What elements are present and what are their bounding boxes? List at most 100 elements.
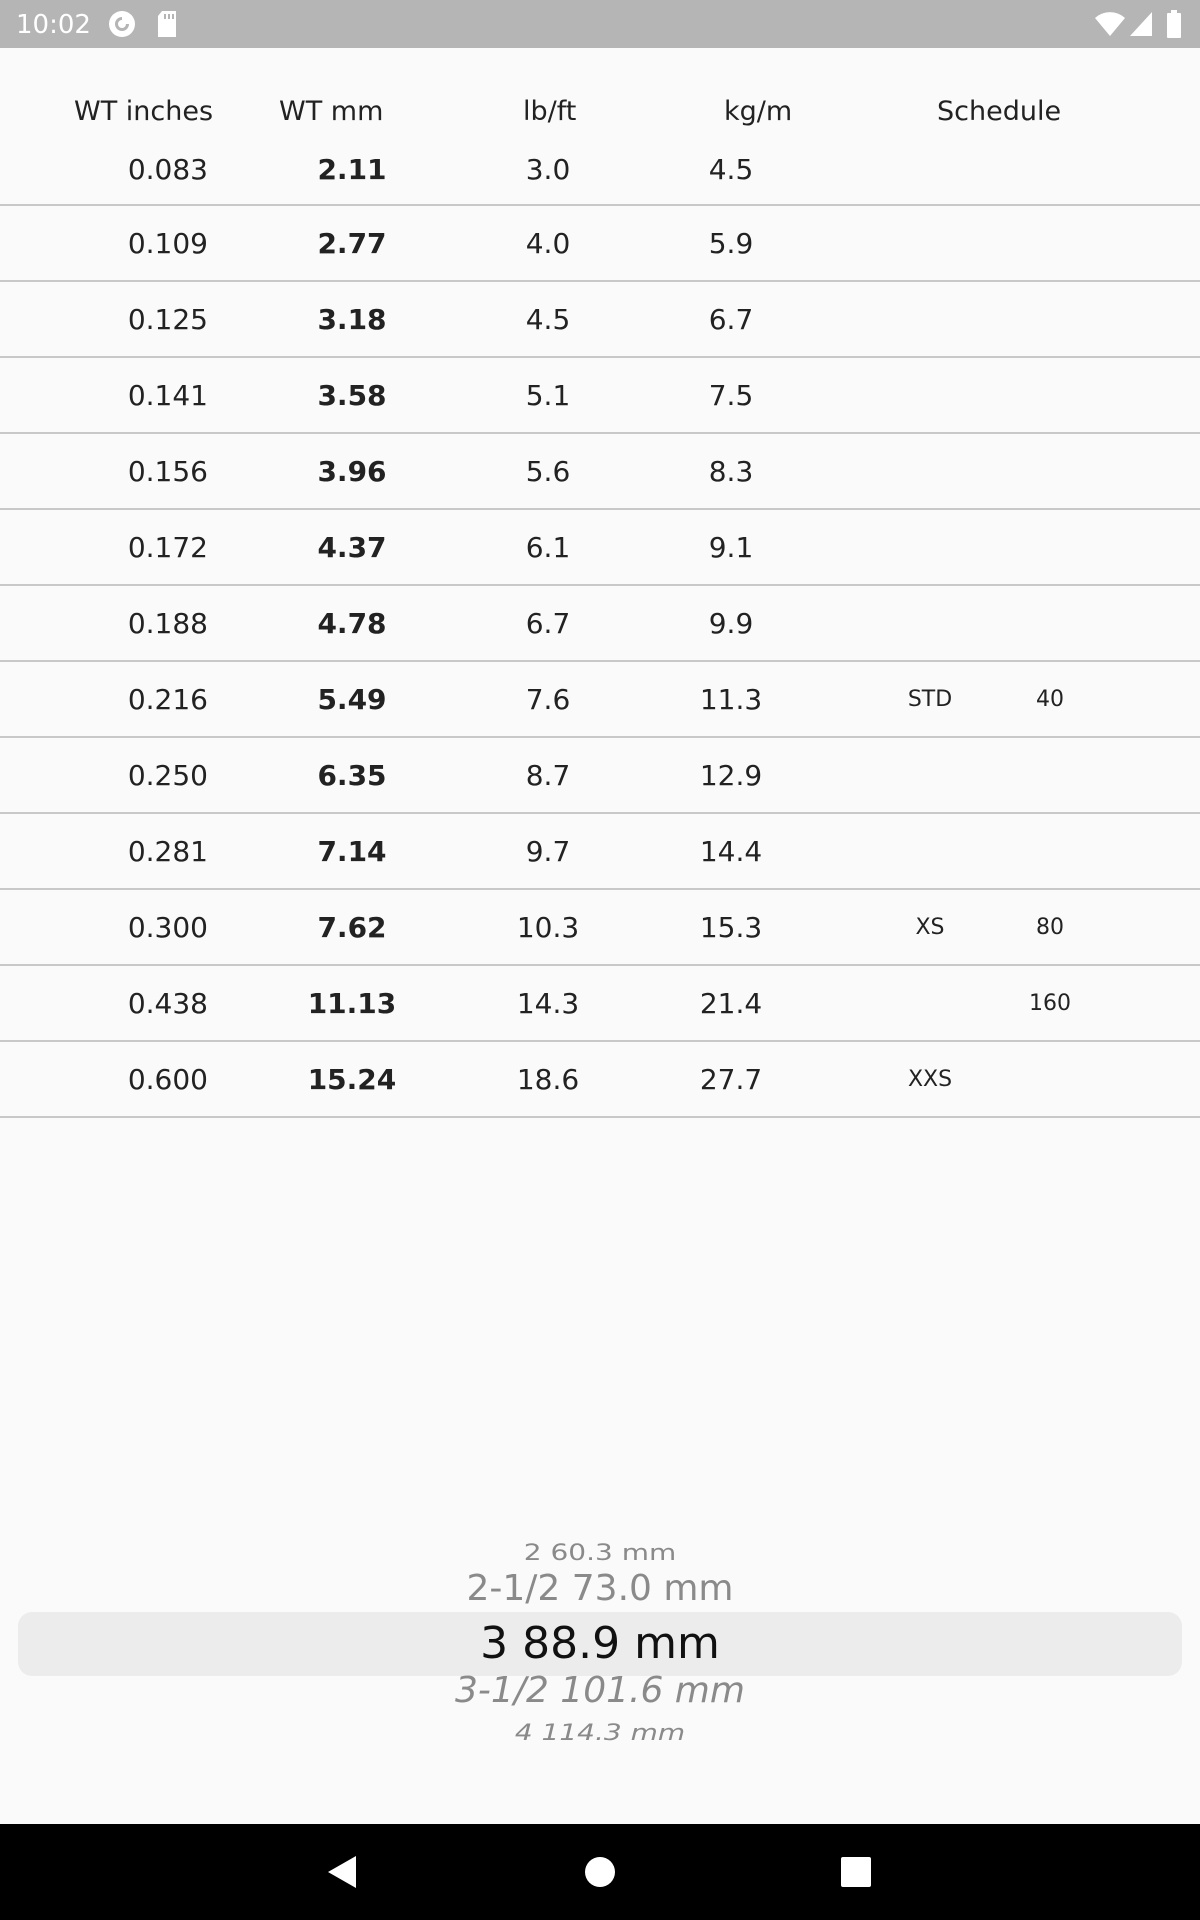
cell-schedule-number (990, 434, 1110, 508)
cell-wt-inches: 0.083 (127, 152, 208, 186)
picker-item[interactable]: 4 114.3 mm (0, 1720, 1200, 1746)
cell-wt-inches: 0.109 (127, 226, 208, 260)
home-icon[interactable] (580, 1852, 620, 1892)
table-row: 0.250 6.35 8.7 12.9 (0, 738, 1200, 814)
cell-wt-mm: 6.35 (317, 758, 387, 792)
cell-wt-mm: 3.58 (317, 378, 387, 412)
cell-wt-inches: 0.250 (127, 758, 208, 792)
cell-schedule-class (870, 814, 990, 888)
cell-wt-mm: 7.14 (317, 834, 387, 868)
header-kg-m: kg/m (724, 96, 793, 127)
table-row: 0.188 4.78 6.7 9.9 (0, 586, 1200, 662)
cell-lb-ft: 5.6 (525, 454, 571, 488)
cell-schedule-class: XS (915, 914, 945, 940)
battery-icon (1166, 10, 1182, 43)
cell-schedule-class: STD (907, 686, 953, 712)
picker-item-selected[interactable]: 3 88.9 mm (0, 1618, 1200, 1669)
cell-schedule-class (870, 358, 990, 432)
cell-wt-mm: 2.11 (317, 152, 387, 186)
sd-card-icon (156, 10, 178, 43)
cell-kg-m: 8.3 (708, 454, 754, 488)
cell-schedule-number (990, 206, 1110, 280)
back-icon[interactable] (322, 1852, 362, 1892)
header-schedule: Schedule (937, 96, 1062, 127)
navigation-bar (0, 1824, 1200, 1920)
table-row: 0.438 11.13 14.3 21.4 160 (0, 966, 1200, 1042)
cell-schedule-class (870, 738, 990, 812)
cell-wt-mm: 2.77 (317, 226, 387, 260)
table-row: 0.216 5.49 7.6 11.3 STD 40 (0, 662, 1200, 738)
cell-schedule-number (990, 134, 1110, 204)
cell-kg-m: 11.3 (699, 682, 763, 716)
cell-wt-mm: 5.49 (317, 682, 387, 716)
table-row: 0.172 4.37 6.1 9.1 (0, 510, 1200, 586)
cell-kg-m: 9.1 (708, 530, 754, 564)
cell-schedule-class: XXS (907, 1066, 953, 1092)
cell-wt-mm: 15.24 (307, 1062, 397, 1096)
status-time: 10:02 (16, 10, 91, 40)
cell-kg-m: 15.3 (699, 910, 763, 944)
cell-schedule-number (990, 738, 1110, 812)
cell-schedule-number: 160 (1029, 990, 1071, 1016)
cell-signal-icon (1128, 10, 1154, 43)
cell-kg-m: 4.5 (708, 152, 754, 186)
cell-wt-inches: 0.438 (127, 986, 208, 1020)
cell-schedule-number (990, 358, 1110, 432)
cell-lb-ft: 7.6 (525, 682, 571, 716)
cell-kg-m: 14.4 (699, 834, 763, 868)
cell-wt-mm: 3.18 (317, 302, 387, 336)
table-row: 0.300 7.62 10.3 15.3 XS 80 (0, 890, 1200, 966)
cell-schedule-number (990, 814, 1110, 888)
cell-schedule-number (990, 586, 1110, 660)
cell-kg-m: 6.7 (708, 302, 754, 336)
cell-lb-ft: 4.5 (525, 302, 571, 336)
cell-wt-mm: 7.62 (317, 910, 387, 944)
cell-wt-inches: 0.141 (127, 378, 208, 412)
cell-kg-m: 27.7 (699, 1062, 763, 1096)
table-row: 0.281 7.14 9.7 14.4 (0, 814, 1200, 890)
cell-schedule-class (870, 586, 990, 660)
cell-wt-inches: 0.300 (127, 910, 208, 944)
pocket-casts-icon (108, 10, 136, 43)
table-row: 0.600 15.24 18.6 27.7 XXS (0, 1042, 1200, 1118)
cell-kg-m: 9.9 (708, 606, 754, 640)
cell-schedule-number: 40 (1036, 686, 1064, 712)
table-row: 0.156 3.96 5.6 8.3 (0, 434, 1200, 510)
cell-lb-ft: 8.7 (525, 758, 571, 792)
cell-kg-m: 21.4 (699, 986, 763, 1020)
table-row: 0.083 2.11 3.0 4.5 (0, 134, 1200, 206)
cell-kg-m: 12.9 (699, 758, 763, 792)
status-bar: 10:02 (0, 0, 1200, 48)
cell-wt-inches: 0.156 (127, 454, 208, 488)
cell-wt-inches: 0.172 (127, 530, 208, 564)
cell-schedule-class (870, 966, 990, 1040)
recents-icon[interactable] (836, 1852, 876, 1892)
cell-lb-ft: 18.6 (516, 1062, 580, 1096)
picker-item[interactable]: 2 60.3 mm (0, 1540, 1200, 1566)
cell-schedule-class (870, 134, 990, 204)
cell-kg-m: 7.5 (708, 378, 754, 412)
cell-wt-inches: 0.216 (127, 682, 208, 716)
table-row: 0.109 2.77 4.0 5.9 (0, 206, 1200, 282)
cell-lb-ft: 6.1 (525, 530, 571, 564)
cell-lb-ft: 5.1 (525, 378, 571, 412)
cell-lb-ft: 4.0 (525, 226, 571, 260)
cell-lb-ft: 9.7 (525, 834, 571, 868)
table-row: 0.141 3.58 5.1 7.5 (0, 358, 1200, 434)
cell-schedule-number: 80 (1036, 914, 1064, 940)
cell-lb-ft: 6.7 (525, 606, 571, 640)
cell-lb-ft: 3.0 (525, 152, 571, 186)
picker-item[interactable]: 3-1/2 101.6 mm (0, 1670, 1200, 1711)
cell-schedule-number (990, 282, 1110, 356)
cell-schedule-number (990, 510, 1110, 584)
cell-schedule-class (870, 206, 990, 280)
cell-wt-inches: 0.281 (127, 834, 208, 868)
picker-item[interactable]: 2-1/2 73.0 mm (0, 1568, 1200, 1609)
wifi-icon (1094, 10, 1126, 43)
pipe-table: 0.083 2.11 3.0 4.5 0.109 2.77 4.0 5.9 0.… (0, 134, 1200, 1118)
table-row: 0.125 3.18 4.5 6.7 (0, 282, 1200, 358)
cell-wt-mm: 3.96 (317, 454, 387, 488)
cell-wt-mm: 11.13 (307, 986, 397, 1020)
cell-wt-mm: 4.78 (317, 606, 387, 640)
header-lb-ft: lb/ft (523, 96, 577, 127)
